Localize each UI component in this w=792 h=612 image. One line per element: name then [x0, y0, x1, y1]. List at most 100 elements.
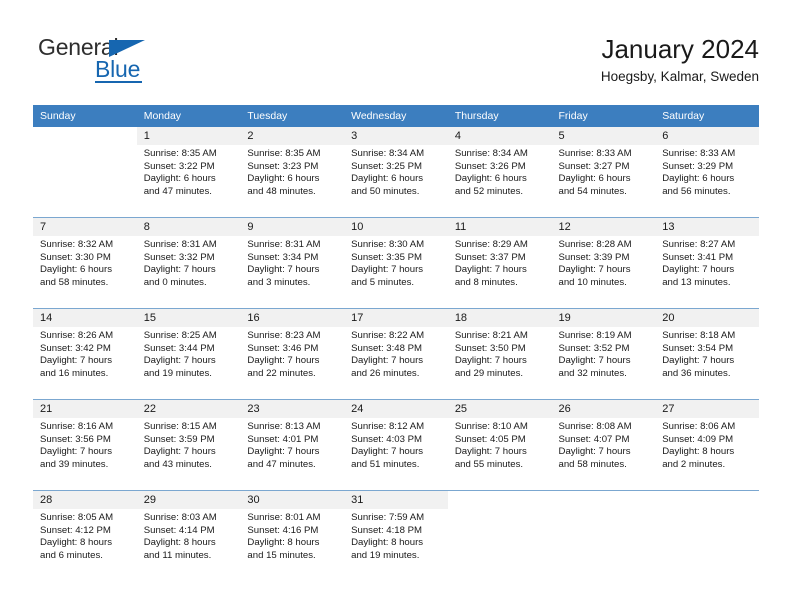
day-number: 19	[551, 309, 656, 327]
day-cell-content: 14 Sunrise: 8:26 AM Sunset: 3:42 PM Dayligh…	[33, 309, 137, 399]
day-details	[448, 509, 552, 512]
calendar-day-cell[interactable]: 22 Sunrise: 8:15 AM Sunset: 3:59 PM Dayligh…	[136, 399, 241, 491]
calendar-day-cell[interactable]: 1 Sunrise: 8:35 AM Sunset: 3:22 PM Daylight…	[136, 127, 241, 218]
weekday-header-wednesday: Wednesday	[344, 105, 448, 127]
calendar-day-cell[interactable]: 4 Sunrise: 8:34 AM Sunset: 3:26 PM Daylight…	[447, 127, 552, 218]
calendar-day-cell[interactable]: 25 Sunrise: 8:10 AM Sunset: 4:05 PM Dayligh…	[447, 399, 552, 491]
day-number: 24	[344, 400, 448, 418]
daylight-text: and 55 minutes.	[454, 458, 524, 470]
calendar-day-cell[interactable]: 12 Sunrise: 8:28 AM Sunset: 3:39 PM Dayligh…	[551, 217, 656, 309]
day-cell-content	[33, 127, 137, 217]
day-cell-content: 8 Sunrise: 8:31 AM Sunset: 3:32 PM Daylight…	[136, 218, 241, 308]
daylight-text: Daylight: 8 hours	[143, 537, 216, 549]
calendar-week-row: 7 Sunrise: 8:32 AM Sunset: 3:30 PM Daylight…	[33, 217, 759, 309]
sunrise-text: Sunrise: 8:29 AM	[454, 239, 528, 250]
sunset-text: Sunset: 3:29 PM	[662, 160, 734, 172]
calendar-day-cell[interactable]: 7 Sunrise: 8:32 AM Sunset: 3:30 PM Daylight…	[33, 217, 137, 309]
sunrise-text: Sunrise: 8:21 AM	[454, 330, 528, 341]
daylight-text: and 52 minutes.	[454, 185, 524, 197]
calendar-day-cell[interactable]: 17 Sunrise: 8:22 AM Sunset: 3:48 PM Dayligh…	[344, 308, 448, 400]
calendar-day-cell[interactable]: 19 Sunrise: 8:19 AM Sunset: 3:52 PM Dayligh…	[551, 308, 656, 400]
calendar-day-cell[interactable]: 28 Sunrise: 8:05 AM Sunset: 4:12 PM Dayligh…	[33, 491, 137, 582]
calendar-day-cell[interactable]: 11 Sunrise: 8:29 AM Sunset: 3:37 PM Dayligh…	[447, 217, 552, 309]
sunrise-text: Sunrise: 8:10 AM	[454, 421, 528, 432]
daylight-text: Daylight: 7 hours	[247, 446, 320, 458]
day-number	[655, 491, 759, 509]
daylight-text: Daylight: 7 hours	[247, 264, 320, 276]
calendar-day-cell[interactable]: 18 Sunrise: 8:21 AM Sunset: 3:50 PM Dayligh…	[447, 308, 552, 400]
day-number: 9	[240, 218, 345, 236]
page-subtitle: Hoegsby, Kalmar, Sweden	[600, 69, 759, 84]
calendar-day-cell[interactable]: 3 Sunrise: 8:34 AM Sunset: 3:25 PM Daylight…	[344, 127, 448, 218]
daylight-text: Daylight: 7 hours	[454, 264, 527, 276]
calendar-day-cell[interactable]: 26 Sunrise: 8:08 AM Sunset: 4:07 PM Dayligh…	[551, 399, 656, 491]
daylight-text: and 36 minutes.	[662, 367, 731, 379]
daylight-text: and 48 minutes.	[247, 185, 316, 197]
sunset-text: Sunset: 3:23 PM	[247, 160, 319, 172]
sunrise-text: Sunrise: 8:05 AM	[40, 512, 114, 523]
daylight-text: and 26 minutes.	[351, 367, 420, 379]
calendar-day-cell[interactable]: 2 Sunrise: 8:35 AM Sunset: 3:23 PM Daylight…	[240, 127, 345, 218]
sunset-text: Sunset: 3:37 PM	[454, 251, 526, 263]
day-number: 25	[447, 400, 552, 418]
day-cell-content: 12 Sunrise: 8:28 AM Sunset: 3:39 PM Dayligh…	[551, 218, 656, 308]
calendar-day-cell[interactable]: 30 Sunrise: 8:01 AM Sunset: 4:16 PM Dayligh…	[240, 491, 345, 582]
calendar-day-cell[interactable]: 13 Sunrise: 8:27 AM Sunset: 3:41 PM Dayligh…	[655, 217, 759, 309]
day-details: Sunrise: 8:13 AM Sunset: 4:01 PM Daylight:…	[240, 418, 344, 471]
weekday-header-sunday: Sunday	[33, 105, 137, 127]
calendar-day-cell[interactable]: 10 Sunrise: 8:30 AM Sunset: 3:35 PM Dayligh…	[344, 217, 448, 309]
calendar-day-cell[interactable]: 31 Sunrise: 7:59 AM Sunset: 4:18 PM Dayligh…	[344, 491, 448, 582]
day-cell-content: 2 Sunrise: 8:35 AM Sunset: 3:23 PM Daylight…	[240, 127, 345, 217]
day-details: Sunrise: 8:30 AM Sunset: 3:35 PM Daylight:…	[344, 236, 448, 289]
day-cell-content: 16 Sunrise: 8:23 AM Sunset: 3:46 PM Dayligh…	[240, 309, 345, 399]
daylight-text: Daylight: 7 hours	[40, 355, 112, 367]
calendar-day-cell[interactable]: 15 Sunrise: 8:25 AM Sunset: 3:44 PM Dayligh…	[136, 308, 241, 400]
calendar-day-cell[interactable]: 14 Sunrise: 8:26 AM Sunset: 3:42 PM Dayligh…	[33, 308, 137, 400]
daylight-text: and 58 minutes.	[558, 458, 627, 470]
calendar-day-cell[interactable]: 6 Sunrise: 8:33 AM Sunset: 3:29 PM Daylight…	[655, 127, 759, 218]
calendar-day-cell[interactable]: 23 Sunrise: 8:13 AM Sunset: 4:01 PM Dayligh…	[240, 399, 345, 491]
calendar-day-cell[interactable]: 24 Sunrise: 8:12 AM Sunset: 4:03 PM Dayligh…	[344, 399, 448, 491]
general-blue-logo[interactable]: General Blue	[38, 34, 218, 90]
daylight-text: and 50 minutes.	[351, 185, 420, 197]
calendar-day-cell[interactable]: 27 Sunrise: 8:06 AM Sunset: 4:09 PM Dayligh…	[655, 399, 759, 491]
daylight-text: Daylight: 7 hours	[247, 355, 320, 367]
day-cell-content: 29 Sunrise: 8:03 AM Sunset: 4:14 PM Dayligh…	[136, 491, 241, 581]
daylight-text: Daylight: 7 hours	[558, 264, 631, 276]
calendar-day-cell[interactable]: 16 Sunrise: 8:23 AM Sunset: 3:46 PM Dayligh…	[240, 308, 345, 400]
daylight-text: Daylight: 8 hours	[662, 446, 735, 458]
day-details: Sunrise: 8:05 AM Sunset: 4:12 PM Daylight:…	[33, 509, 137, 562]
daylight-text: and 22 minutes.	[247, 367, 316, 379]
sunset-text: Sunset: 4:12 PM	[40, 524, 111, 536]
day-number	[448, 491, 552, 509]
daylight-text: Daylight: 6 hours	[454, 173, 527, 185]
daylight-text: and 58 minutes.	[40, 276, 109, 288]
sunrise-text: Sunrise: 8:19 AM	[558, 330, 632, 341]
day-details: Sunrise: 8:28 AM Sunset: 3:39 PM Daylight:…	[552, 236, 656, 289]
weekday-header-saturday: Saturday	[655, 105, 759, 127]
day-cell-content: 1 Sunrise: 8:35 AM Sunset: 3:22 PM Daylight…	[136, 127, 241, 217]
calendar-day-cell[interactable]: 5 Sunrise: 8:33 AM Sunset: 3:27 PM Daylight…	[551, 127, 656, 218]
day-details: Sunrise: 8:06 AM Sunset: 4:09 PM Daylight:…	[655, 418, 759, 471]
weekday-header-row: Sunday Monday Tuesday Wednesday Thursday Frid…	[33, 105, 759, 127]
calendar-day-cell[interactable]: 21 Sunrise: 8:16 AM Sunset: 3:56 PM Dayligh…	[33, 399, 137, 491]
calendar-table: Sunday Monday Tuesday Wednesday Thursday Frid…	[33, 105, 759, 581]
calendar-day-cell[interactable]: 20 Sunrise: 8:18 AM Sunset: 3:54 PM Dayligh…	[655, 308, 759, 400]
daylight-text: and 13 minutes.	[662, 276, 731, 288]
daylight-text: and 15 minutes.	[247, 549, 316, 561]
sunset-text: Sunset: 3:42 PM	[40, 342, 111, 354]
calendar-week-row: 21 Sunrise: 8:16 AM Sunset: 3:56 PM Dayligh…	[33, 399, 759, 491]
sunset-text: Sunset: 3:59 PM	[143, 433, 215, 445]
daylight-text: and 32 minutes.	[558, 367, 627, 379]
calendar-day-cell[interactable]: 8 Sunrise: 8:31 AM Sunset: 3:32 PM Daylight…	[136, 217, 241, 309]
calendar-day-cell[interactable]: 9 Sunrise: 8:31 AM Sunset: 3:34 PM Daylight…	[240, 217, 345, 309]
calendar-day-cell[interactable]: 29 Sunrise: 8:03 AM Sunset: 4:14 PM Dayligh…	[136, 491, 241, 582]
calendar-body: 1 Sunrise: 8:35 AM Sunset: 3:22 PM Daylight…	[33, 127, 759, 581]
sunrise-text: Sunrise: 8:23 AM	[247, 330, 321, 341]
page-title: January 2024	[601, 34, 759, 64]
day-cell-content: 4 Sunrise: 8:34 AM Sunset: 3:26 PM Daylight…	[447, 127, 552, 217]
sunrise-text: Sunrise: 8:33 AM	[662, 148, 736, 159]
triangle-icon	[109, 40, 145, 57]
daylight-text: Daylight: 7 hours	[662, 355, 735, 367]
day-cell-content: 3 Sunrise: 8:34 AM Sunset: 3:25 PM Daylight…	[344, 127, 448, 217]
